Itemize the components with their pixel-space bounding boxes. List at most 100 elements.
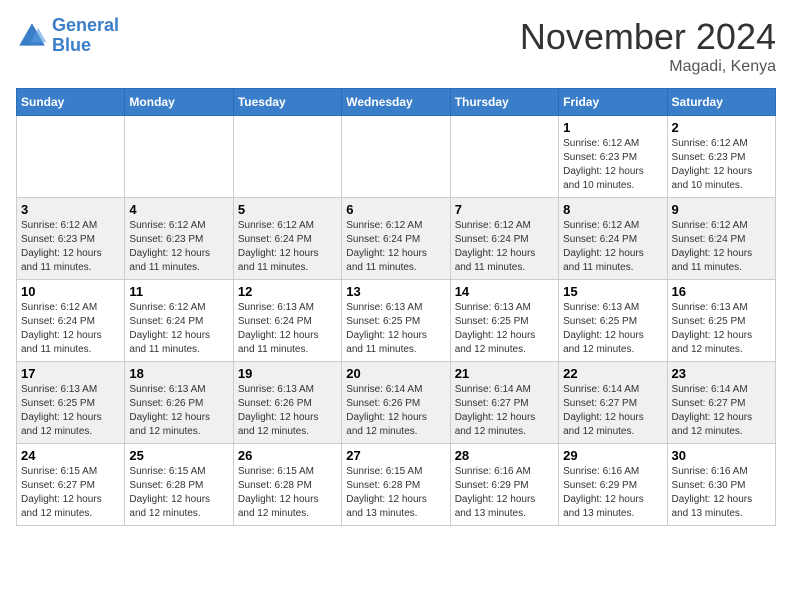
calendar-cell: 20 Sunrise: 6:14 AM Sunset: 6:26 PM Dayli…	[342, 362, 450, 444]
day-number: 11	[129, 284, 228, 299]
day-number: 20	[346, 366, 445, 381]
logo-text: General Blue	[52, 16, 119, 56]
location: Magadi, Kenya	[520, 58, 776, 76]
week-row-1: 1Sunrise: 6:12 AM Sunset: 6:23 PM Daylig…	[17, 116, 776, 198]
calendar-cell: 14 Sunrise: 6:13 AM Sunset: 6:25 PM Dayli…	[450, 280, 558, 362]
day-number: 7	[455, 202, 554, 217]
calendar-cell: 15Sunrise: 6:13 AM Sunset: 6:25 PM Dayli…	[559, 280, 667, 362]
day-info: Sunrise: 6:12 AM Sunset: 6:24 PM Dayligh…	[346, 219, 445, 275]
day-number: 17	[21, 366, 120, 381]
calendar-cell: 28Sunrise: 6:16 AM Sunset: 6:29 PM Dayli…	[450, 444, 558, 526]
calendar-cell: 18 Sunrise: 6:13 AM Sunset: 6:26 PM Dayli…	[125, 362, 233, 444]
month-title: November 2024	[520, 16, 776, 58]
header-thursday: Thursday	[450, 89, 558, 116]
calendar-header: SundayMondayTuesdayWednesdayThursdayFrid…	[17, 89, 776, 116]
day-number: 4	[129, 202, 228, 217]
day-info: Sunrise: 6:13 AM Sunset: 6:25 PM Dayligh…	[21, 383, 120, 439]
day-info: Sunrise: 6:12 AM Sunset: 6:24 PM Dayligh…	[563, 219, 662, 275]
calendar-cell: 22 Sunrise: 6:14 AM Sunset: 6:27 PM Dayli…	[559, 362, 667, 444]
day-number: 18	[129, 366, 228, 381]
header-tuesday: Tuesday	[233, 89, 341, 116]
day-number: 3	[21, 202, 120, 217]
calendar-cell: 13 Sunrise: 6:13 AM Sunset: 6:25 PM Dayli…	[342, 280, 450, 362]
day-info: Sunrise: 6:12 AM Sunset: 6:23 PM Dayligh…	[672, 137, 771, 193]
day-number: 8	[563, 202, 662, 217]
week-row-4: 17 Sunrise: 6:13 AM Sunset: 6:25 PM Dayli…	[17, 362, 776, 444]
calendar-table: SundayMondayTuesdayWednesdayThursdayFrid…	[16, 88, 776, 526]
day-number: 2	[672, 120, 771, 135]
title-block: November 2024 Magadi, Kenya	[520, 16, 776, 76]
day-info: Sunrise: 6:13 AM Sunset: 6:26 PM Dayligh…	[129, 383, 228, 439]
calendar-cell: 24 Sunrise: 6:15 AM Sunset: 6:27 PM Dayli…	[17, 444, 125, 526]
day-info: Sunrise: 6:12 AM Sunset: 6:23 PM Dayligh…	[21, 219, 120, 275]
calendar-body: 1Sunrise: 6:12 AM Sunset: 6:23 PM Daylig…	[17, 116, 776, 526]
day-number: 25	[129, 448, 228, 463]
day-number: 23	[672, 366, 771, 381]
day-info: Sunrise: 6:15 AM Sunset: 6:28 PM Dayligh…	[129, 465, 228, 521]
week-row-5: 24 Sunrise: 6:15 AM Sunset: 6:27 PM Dayli…	[17, 444, 776, 526]
day-info: Sunrise: 6:16 AM Sunset: 6:29 PM Dayligh…	[563, 465, 662, 521]
day-info: Sunrise: 6:12 AM Sunset: 6:24 PM Dayligh…	[238, 219, 337, 275]
calendar-cell: 2 Sunrise: 6:12 AM Sunset: 6:23 PM Daylig…	[667, 116, 775, 198]
day-info: Sunrise: 6:12 AM Sunset: 6:23 PM Dayligh…	[129, 219, 228, 275]
calendar-cell: 26 Sunrise: 6:15 AM Sunset: 6:28 PM Dayli…	[233, 444, 341, 526]
day-number: 16	[672, 284, 771, 299]
calendar-cell: 30Sunrise: 6:16 AM Sunset: 6:30 PM Dayli…	[667, 444, 775, 526]
logo-icon	[16, 20, 48, 52]
day-number: 14	[455, 284, 554, 299]
day-number: 30	[672, 448, 771, 463]
day-number: 22	[563, 366, 662, 381]
day-info: Sunrise: 6:13 AM Sunset: 6:26 PM Dayligh…	[238, 383, 337, 439]
header-sunday: Sunday	[17, 89, 125, 116]
header-wednesday: Wednesday	[342, 89, 450, 116]
calendar-cell: 10 Sunrise: 6:12 AM Sunset: 6:24 PM Dayli…	[17, 280, 125, 362]
day-info: Sunrise: 6:12 AM Sunset: 6:24 PM Dayligh…	[21, 301, 120, 357]
day-number: 21	[455, 366, 554, 381]
day-number: 10	[21, 284, 120, 299]
day-info: Sunrise: 6:14 AM Sunset: 6:27 PM Dayligh…	[455, 383, 554, 439]
calendar-cell	[450, 116, 558, 198]
header-row: SundayMondayTuesdayWednesdayThursdayFrid…	[17, 89, 776, 116]
day-info: Sunrise: 6:14 AM Sunset: 6:27 PM Dayligh…	[563, 383, 662, 439]
calendar-cell: 5 Sunrise: 6:12 AM Sunset: 6:24 PM Daylig…	[233, 198, 341, 280]
calendar-cell: 29Sunrise: 6:16 AM Sunset: 6:29 PM Dayli…	[559, 444, 667, 526]
calendar-cell: 27Sunrise: 6:15 AM Sunset: 6:28 PM Dayli…	[342, 444, 450, 526]
page-header: General Blue November 2024 Magadi, Kenya	[16, 16, 776, 76]
day-info: Sunrise: 6:15 AM Sunset: 6:28 PM Dayligh…	[346, 465, 445, 521]
day-info: Sunrise: 6:13 AM Sunset: 6:25 PM Dayligh…	[455, 301, 554, 357]
calendar-cell: 8 Sunrise: 6:12 AM Sunset: 6:24 PM Daylig…	[559, 198, 667, 280]
day-number: 28	[455, 448, 554, 463]
calendar-cell: 16 Sunrise: 6:13 AM Sunset: 6:25 PM Dayli…	[667, 280, 775, 362]
day-number: 19	[238, 366, 337, 381]
day-number: 5	[238, 202, 337, 217]
day-info: Sunrise: 6:13 AM Sunset: 6:25 PM Dayligh…	[346, 301, 445, 357]
calendar-cell	[342, 116, 450, 198]
day-info: Sunrise: 6:15 AM Sunset: 6:28 PM Dayligh…	[238, 465, 337, 521]
calendar-cell: 19 Sunrise: 6:13 AM Sunset: 6:26 PM Dayli…	[233, 362, 341, 444]
week-row-2: 3 Sunrise: 6:12 AM Sunset: 6:23 PM Daylig…	[17, 198, 776, 280]
day-info: Sunrise: 6:12 AM Sunset: 6:24 PM Dayligh…	[455, 219, 554, 275]
header-saturday: Saturday	[667, 89, 775, 116]
day-number: 6	[346, 202, 445, 217]
calendar-cell: 21 Sunrise: 6:14 AM Sunset: 6:27 PM Dayli…	[450, 362, 558, 444]
day-number: 13	[346, 284, 445, 299]
day-number: 24	[21, 448, 120, 463]
calendar-cell	[125, 116, 233, 198]
logo-general: General	[52, 15, 119, 35]
day-info: Sunrise: 6:13 AM Sunset: 6:25 PM Dayligh…	[672, 301, 771, 357]
day-number: 15	[563, 284, 662, 299]
header-friday: Friday	[559, 89, 667, 116]
day-info: Sunrise: 6:13 AM Sunset: 6:24 PM Dayligh…	[238, 301, 337, 357]
calendar-cell: 4 Sunrise: 6:12 AM Sunset: 6:23 PM Daylig…	[125, 198, 233, 280]
day-info: Sunrise: 6:14 AM Sunset: 6:27 PM Dayligh…	[672, 383, 771, 439]
day-number: 9	[672, 202, 771, 217]
calendar-cell: 17 Sunrise: 6:13 AM Sunset: 6:25 PM Dayli…	[17, 362, 125, 444]
day-number: 12	[238, 284, 337, 299]
logo-blue: Blue	[52, 36, 119, 56]
calendar-cell	[17, 116, 125, 198]
day-info: Sunrise: 6:12 AM Sunset: 6:24 PM Dayligh…	[672, 219, 771, 275]
day-info: Sunrise: 6:15 AM Sunset: 6:27 PM Dayligh…	[21, 465, 120, 521]
day-number: 26	[238, 448, 337, 463]
day-info: Sunrise: 6:14 AM Sunset: 6:26 PM Dayligh…	[346, 383, 445, 439]
calendar-cell: 12 Sunrise: 6:13 AM Sunset: 6:24 PM Dayli…	[233, 280, 341, 362]
